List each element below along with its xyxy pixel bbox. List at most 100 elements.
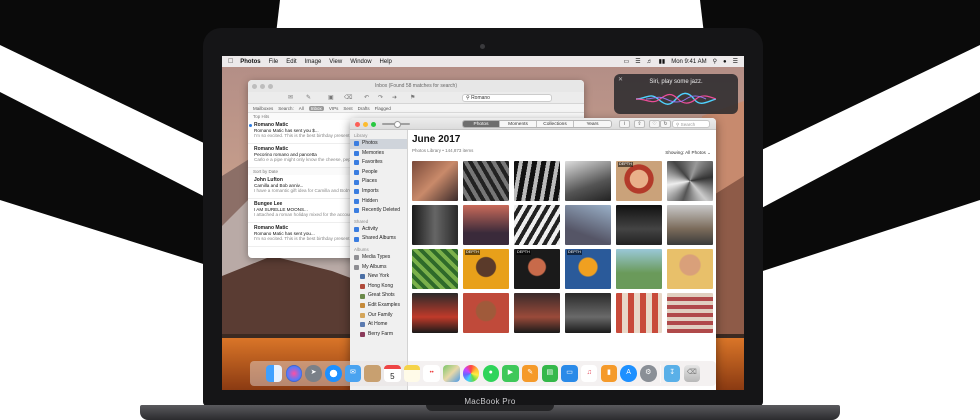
sidebar-album-our-family[interactable]: Our Family <box>350 311 407 321</box>
menu-view[interactable]: View <box>329 59 342 65</box>
menu-help[interactable]: Help <box>380 59 392 65</box>
maps-icon[interactable] <box>443 365 460 382</box>
trash-icon[interactable]: ⌫ <box>344 94 352 101</box>
tab-moments[interactable]: Moments <box>500 121 537 127</box>
photo-thumbnail[interactable] <box>565 205 611 245</box>
photo-thumbnail[interactable] <box>514 293 560 333</box>
filter-all[interactable]: All <box>299 106 304 111</box>
sidebar-album-edit-examples[interactable]: Edit Examples <box>350 301 407 311</box>
sidebar-item-media-types[interactable]: Media Types <box>350 253 407 263</box>
sidebar-item-favorites[interactable]: Favorites <box>350 158 407 168</box>
archive-icon[interactable]: ▣ <box>328 94 334 101</box>
mail-minimize-button[interactable] <box>260 84 265 89</box>
sidebar-item-people[interactable]: People <box>350 168 407 178</box>
photo-thumbnail[interactable] <box>463 161 509 201</box>
sidebar-item-recently-deleted[interactable]: Recently Deleted <box>350 206 407 216</box>
mail-close-button[interactable] <box>252 84 257 89</box>
photos-search-input[interactable]: ⚲ Search <box>672 120 710 128</box>
sidebar-item-imports[interactable]: Imports <box>350 187 407 197</box>
photos-icon[interactable] <box>462 365 480 382</box>
rotate-icon[interactable]: ↻ <box>660 120 671 128</box>
photo-thumbnail[interactable] <box>667 205 713 245</box>
menu-clock[interactable]: Mon 9:41 AM <box>671 59 706 65</box>
sidebar-item-activity[interactable]: Activity <box>350 225 407 235</box>
sidebar-album-great-shots[interactable]: Great Shots <box>350 291 407 301</box>
menu-app-photos[interactable]: Photos <box>240 59 260 65</box>
reply-all-icon[interactable]: ↷ <box>378 94 383 101</box>
wifi-icon[interactable]: ☰ <box>635 58 640 65</box>
filter-sent[interactable]: Sent <box>343 106 352 111</box>
downloads-icon[interactable]: ↧ <box>663 365 681 382</box>
sidebar-item-hidden[interactable]: Hidden <box>350 197 407 207</box>
airplay-icon[interactable]: ▭ <box>624 58 630 65</box>
share-icon[interactable]: ⇧ <box>634 120 645 128</box>
battery-icon[interactable]: ▮▮ <box>659 58 666 65</box>
photo-thumbnail[interactable]: DEPTH <box>463 249 509 289</box>
contacts-icon[interactable] <box>364 365 381 382</box>
messages-icon[interactable]: ● <box>482 365 499 382</box>
forward-icon[interactable]: ➜ <box>392 94 397 101</box>
photo-thumbnail[interactable] <box>565 293 611 333</box>
photo-thumbnail[interactable]: DEPTH <box>514 249 560 289</box>
music-icon[interactable]: ♫ <box>580 365 598 382</box>
zoom-slider[interactable] <box>382 121 410 128</box>
numbers-icon[interactable]: ▤ <box>541 365 559 382</box>
app-store-icon[interactable]: A <box>620 365 637 382</box>
photo-thumbnail[interactable] <box>667 293 713 333</box>
photo-thumbnail[interactable] <box>463 293 509 333</box>
sidebar-item-memories[interactable]: Memories <box>350 149 407 159</box>
sidebar-album-new-york[interactable]: New York <box>350 272 407 282</box>
photo-thumbnail[interactable] <box>412 249 458 289</box>
keynote-icon[interactable]: ▭ <box>561 365 578 382</box>
photo-thumbnail[interactable] <box>412 293 458 333</box>
photo-thumbnail[interactable] <box>616 293 662 333</box>
sidebar-item-my-albums[interactable]: My Albums <box>350 263 407 273</box>
photo-thumbnail[interactable] <box>463 205 509 245</box>
mail-titlebar[interactable]: Inbox (Found 58 matches for search) <box>248 80 584 92</box>
volume-icon[interactable]: ♬ <box>647 59 653 65</box>
tab-years[interactable]: Years <box>574 121 611 127</box>
apple-menu-icon[interactable]:  <box>228 58 233 65</box>
filter-flagged[interactable]: Flagged <box>375 106 391 111</box>
spotlight-icon[interactable]: ⚲ <box>713 58 717 65</box>
tab-collections[interactable]: Collections <box>537 121 574 127</box>
siri-menu-icon[interactable]: ● <box>723 59 727 65</box>
favorite-icon[interactable]: ♡ <box>649 120 660 128</box>
showing-filter-dropdown[interactable]: Showing: All Photos ⌄ <box>665 150 711 156</box>
photos-minimize-button[interactable] <box>363 121 368 127</box>
sidebar-album-at-home[interactable]: At Home <box>350 320 407 330</box>
photos-zoom-button[interactable] <box>371 121 376 127</box>
photo-thumbnail[interactable] <box>412 205 458 245</box>
filter-drafts[interactable]: Drafts <box>358 106 370 111</box>
photo-thumbnail[interactable] <box>514 161 560 201</box>
pages-icon[interactable]: ✎ <box>521 365 539 382</box>
info-icon[interactable]: i <box>619 120 630 128</box>
mailboxes-button[interactable]: Mailboxes <box>253 106 273 111</box>
sidebar-item-shared-albums[interactable]: Shared Albums <box>350 234 407 244</box>
notes-icon[interactable] <box>403 365 421 382</box>
photo-thumbnail[interactable] <box>565 161 611 201</box>
trash-icon[interactable]: ⌫ <box>683 365 701 382</box>
sidebar-item-photos[interactable]: Photos <box>350 139 407 149</box>
mail-zoom-button[interactable] <box>268 84 273 89</box>
finder-icon[interactable] <box>265 365 283 382</box>
photo-thumbnail[interactable]: DEPTH <box>616 161 662 201</box>
photo-thumbnail[interactable]: DEPTH <box>565 249 611 289</box>
tab-photos[interactable]: Photos <box>463 121 500 127</box>
reply-icon[interactable]: ↶ <box>364 94 369 101</box>
sidebar-album-berry-farm[interactable]: Berry Farm <box>350 330 407 340</box>
filter-inbox[interactable]: Inbox <box>308 105 324 111</box>
notification-center-icon[interactable]: ☰ <box>733 58 738 65</box>
photo-thumbnail[interactable] <box>616 205 662 245</box>
photo-thumbnail[interactable] <box>514 205 560 245</box>
safari-icon[interactable] <box>325 365 342 382</box>
books-icon[interactable]: ▮ <box>600 365 618 382</box>
menu-image[interactable]: Image <box>305 59 322 65</box>
photo-thumbnail[interactable] <box>667 249 713 289</box>
reminders-icon[interactable]: •• <box>423 365 440 382</box>
siri-icon[interactable] <box>285 365 303 382</box>
photo-thumbnail[interactable] <box>412 161 458 201</box>
flag-icon[interactable]: ⚑ <box>410 94 415 101</box>
menu-window[interactable]: Window <box>350 59 371 65</box>
menu-edit[interactable]: Edit <box>286 59 296 65</box>
